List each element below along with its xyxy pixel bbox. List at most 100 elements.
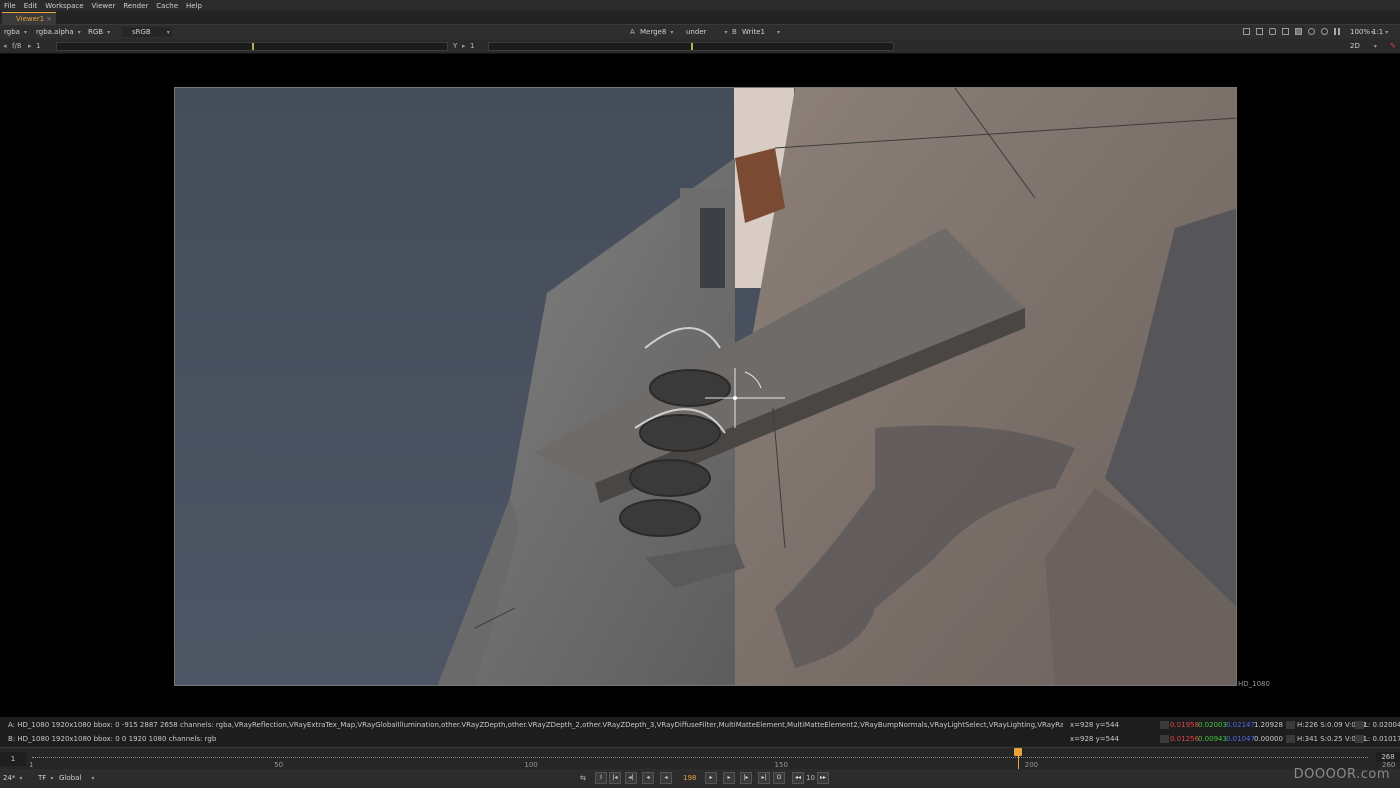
menu-bar: File Edit Workspace Viewer Render Cache … xyxy=(0,0,1400,11)
tab-bar: Viewer1 × xyxy=(0,11,1400,25)
timeline-tick-label: 100 xyxy=(524,761,538,769)
info-a-lum: L: 0.02004 xyxy=(1364,721,1400,729)
scope-dropdown[interactable]: Global ▾ xyxy=(59,773,94,783)
timeline-start-field[interactable]: 1 xyxy=(0,752,26,766)
alpha-dropdown[interactable]: rgba.alpha ▾ xyxy=(36,27,81,37)
tab-viewer1[interactable]: Viewer1 × xyxy=(2,12,56,25)
overlay-icon[interactable] xyxy=(1295,28,1302,35)
play-forward-button[interactable]: ▸ xyxy=(705,772,717,784)
info-a-red: 0.01958 xyxy=(1170,721,1199,729)
pause-icon[interactable] xyxy=(1334,28,1340,35)
fstop-value[interactable]: f/8 xyxy=(12,41,21,51)
chevron-down-icon: ▾ xyxy=(50,774,54,782)
paint-icon[interactable]: ✎ xyxy=(1390,41,1396,51)
next-frame-button[interactable]: ▸ xyxy=(723,772,735,784)
format-label: HD_1080 xyxy=(1238,680,1270,688)
view-mode-value: 2D xyxy=(1350,42,1360,50)
out-point-button[interactable]: O xyxy=(773,772,785,784)
gamma-slider-handle[interactable] xyxy=(691,43,693,50)
exposure-toolbar: ◂ f/8 ▸ 1 Y ▸ 1 2D ▾ ✎ xyxy=(0,39,1400,54)
menu-render[interactable]: Render xyxy=(123,2,148,10)
roi-icon[interactable] xyxy=(1243,28,1250,35)
lut-dropdown[interactable]: sRGB ▾ xyxy=(122,27,172,37)
proxy-icon[interactable] xyxy=(1256,28,1263,35)
chevron-down-icon: ▾ xyxy=(23,28,27,36)
menu-cache[interactable]: Cache xyxy=(156,2,178,10)
arrow-right-icon[interactable]: ▸ xyxy=(462,41,466,51)
color-swatch xyxy=(1160,735,1169,743)
last-frame-button[interactable]: ▸| xyxy=(758,772,770,784)
info-a-coords: x=928 y=544 xyxy=(1070,721,1119,729)
transport-bar: 24* ▾ TF ▾ Global ▾ ⇆ I |◂ ◂| ◂ ◂ 198 ▸ ▸ |… xyxy=(0,767,1400,788)
view-mode-dropdown[interactable]: 2D ▾ xyxy=(1350,41,1377,51)
input-a-label: A xyxy=(630,28,635,36)
chevron-down-icon: ▾ xyxy=(107,28,111,36)
menu-workspace[interactable]: Workspace xyxy=(45,2,83,10)
step-size-field[interactable]: 10 xyxy=(806,773,815,783)
play-backward-button[interactable]: ◂ xyxy=(660,772,672,784)
input-b-label: B xyxy=(732,28,737,36)
gain-slider-handle[interactable] xyxy=(252,43,254,50)
channels-dropdown[interactable]: rgba ▾ xyxy=(4,27,27,37)
display-dropdown[interactable]: RGB ▾ xyxy=(88,27,110,37)
prev-frame-button[interactable]: ◂ xyxy=(642,772,654,784)
composite-dropdown[interactable]: under ▾ xyxy=(686,27,728,37)
menu-file[interactable]: File xyxy=(4,2,16,10)
mask-icon[interactable] xyxy=(1282,28,1289,35)
clipping-icon[interactable] xyxy=(1321,28,1328,35)
info-b-green: 0.00943 xyxy=(1198,735,1227,743)
gain-slider[interactable] xyxy=(56,42,448,51)
chevron-down-icon: ▾ xyxy=(166,28,170,36)
info-a-blue: 0.02147 xyxy=(1226,721,1255,729)
lut-value: sRGB xyxy=(132,28,151,36)
timeline-tick-label: 1 xyxy=(29,761,34,769)
info-a-alpha: 1.20928 xyxy=(1254,721,1283,729)
loop-icon[interactable]: ⇆ xyxy=(580,773,586,783)
in-point-button[interactable]: I xyxy=(595,772,607,784)
chevron-down-icon: ▾ xyxy=(91,774,95,782)
info-b-blue: 0.01047 xyxy=(1226,735,1255,743)
input-a-dropdown[interactable]: Merge8 ▾ xyxy=(640,27,673,37)
color-swatch xyxy=(1160,721,1169,729)
arrow-left-icon[interactable]: ◂ xyxy=(3,41,7,51)
step-forward-button[interactable]: ▸▸ xyxy=(817,772,829,784)
gamma-slider[interactable] xyxy=(488,42,894,51)
step-back-button[interactable]: ◂◂ xyxy=(792,772,804,784)
info-a-text: A: HD_1080 1920x1080 bbox: 0 -915 2887 2… xyxy=(8,721,1063,729)
first-frame-button[interactable]: |◂ xyxy=(609,772,621,784)
info-b-lum: L: 0.01017 xyxy=(1364,735,1400,743)
refresh-icon[interactable] xyxy=(1308,28,1315,35)
input-b-dropdown[interactable]: Write1 ▾ xyxy=(742,27,780,37)
chevron-down-icon: ▾ xyxy=(77,28,81,36)
menu-help[interactable]: Help xyxy=(186,2,202,10)
timeline[interactable]: 1 1 50 100 150 200 268 260 xyxy=(0,747,1400,770)
gain-field[interactable]: 1 xyxy=(36,41,40,51)
alpha-value: rgba.alpha xyxy=(36,28,74,36)
current-frame-field[interactable]: 198 xyxy=(683,773,696,783)
timeline-tick-label: 200 xyxy=(1024,761,1039,769)
ratio-dropdown[interactable]: 1:1 ▾ xyxy=(1372,27,1388,37)
timeline-tick-label: 150 xyxy=(774,761,788,769)
color-swatch xyxy=(1355,735,1364,743)
fps-dropdown[interactable]: 24* ▾ xyxy=(3,773,22,783)
gamma-field[interactable]: 1 xyxy=(470,41,474,51)
next-keyframe-button[interactable]: |▸ xyxy=(740,772,752,784)
zoom-value: 100% xyxy=(1350,28,1371,36)
info-b-red: 0.01256 xyxy=(1170,735,1199,743)
info-b-text: B: HD_1080 1920x1080 bbox: 0 0 1920 1080… xyxy=(8,735,217,743)
guides-icon[interactable] xyxy=(1269,28,1276,35)
render-image-svg xyxy=(175,88,1236,685)
viewer-area[interactable]: HD_1080 xyxy=(0,55,1400,717)
chevron-down-icon: ▾ xyxy=(670,28,674,36)
chevron-down-icon: ▾ xyxy=(1385,28,1389,36)
tf-dropdown[interactable]: TF ▾ xyxy=(38,773,53,783)
menu-edit[interactable]: Edit xyxy=(24,2,38,10)
close-icon[interactable]: × xyxy=(46,15,52,23)
color-swatch xyxy=(1286,735,1295,743)
timeline-track[interactable] xyxy=(32,757,1368,759)
menu-viewer[interactable]: Viewer xyxy=(92,2,116,10)
zoom-dropdown[interactable]: 100% ▾ xyxy=(1350,27,1374,37)
arrow-right-icon[interactable]: ▸ xyxy=(28,41,32,51)
chevron-down-icon: ▾ xyxy=(724,28,728,36)
prev-keyframe-button[interactable]: ◂| xyxy=(625,772,637,784)
